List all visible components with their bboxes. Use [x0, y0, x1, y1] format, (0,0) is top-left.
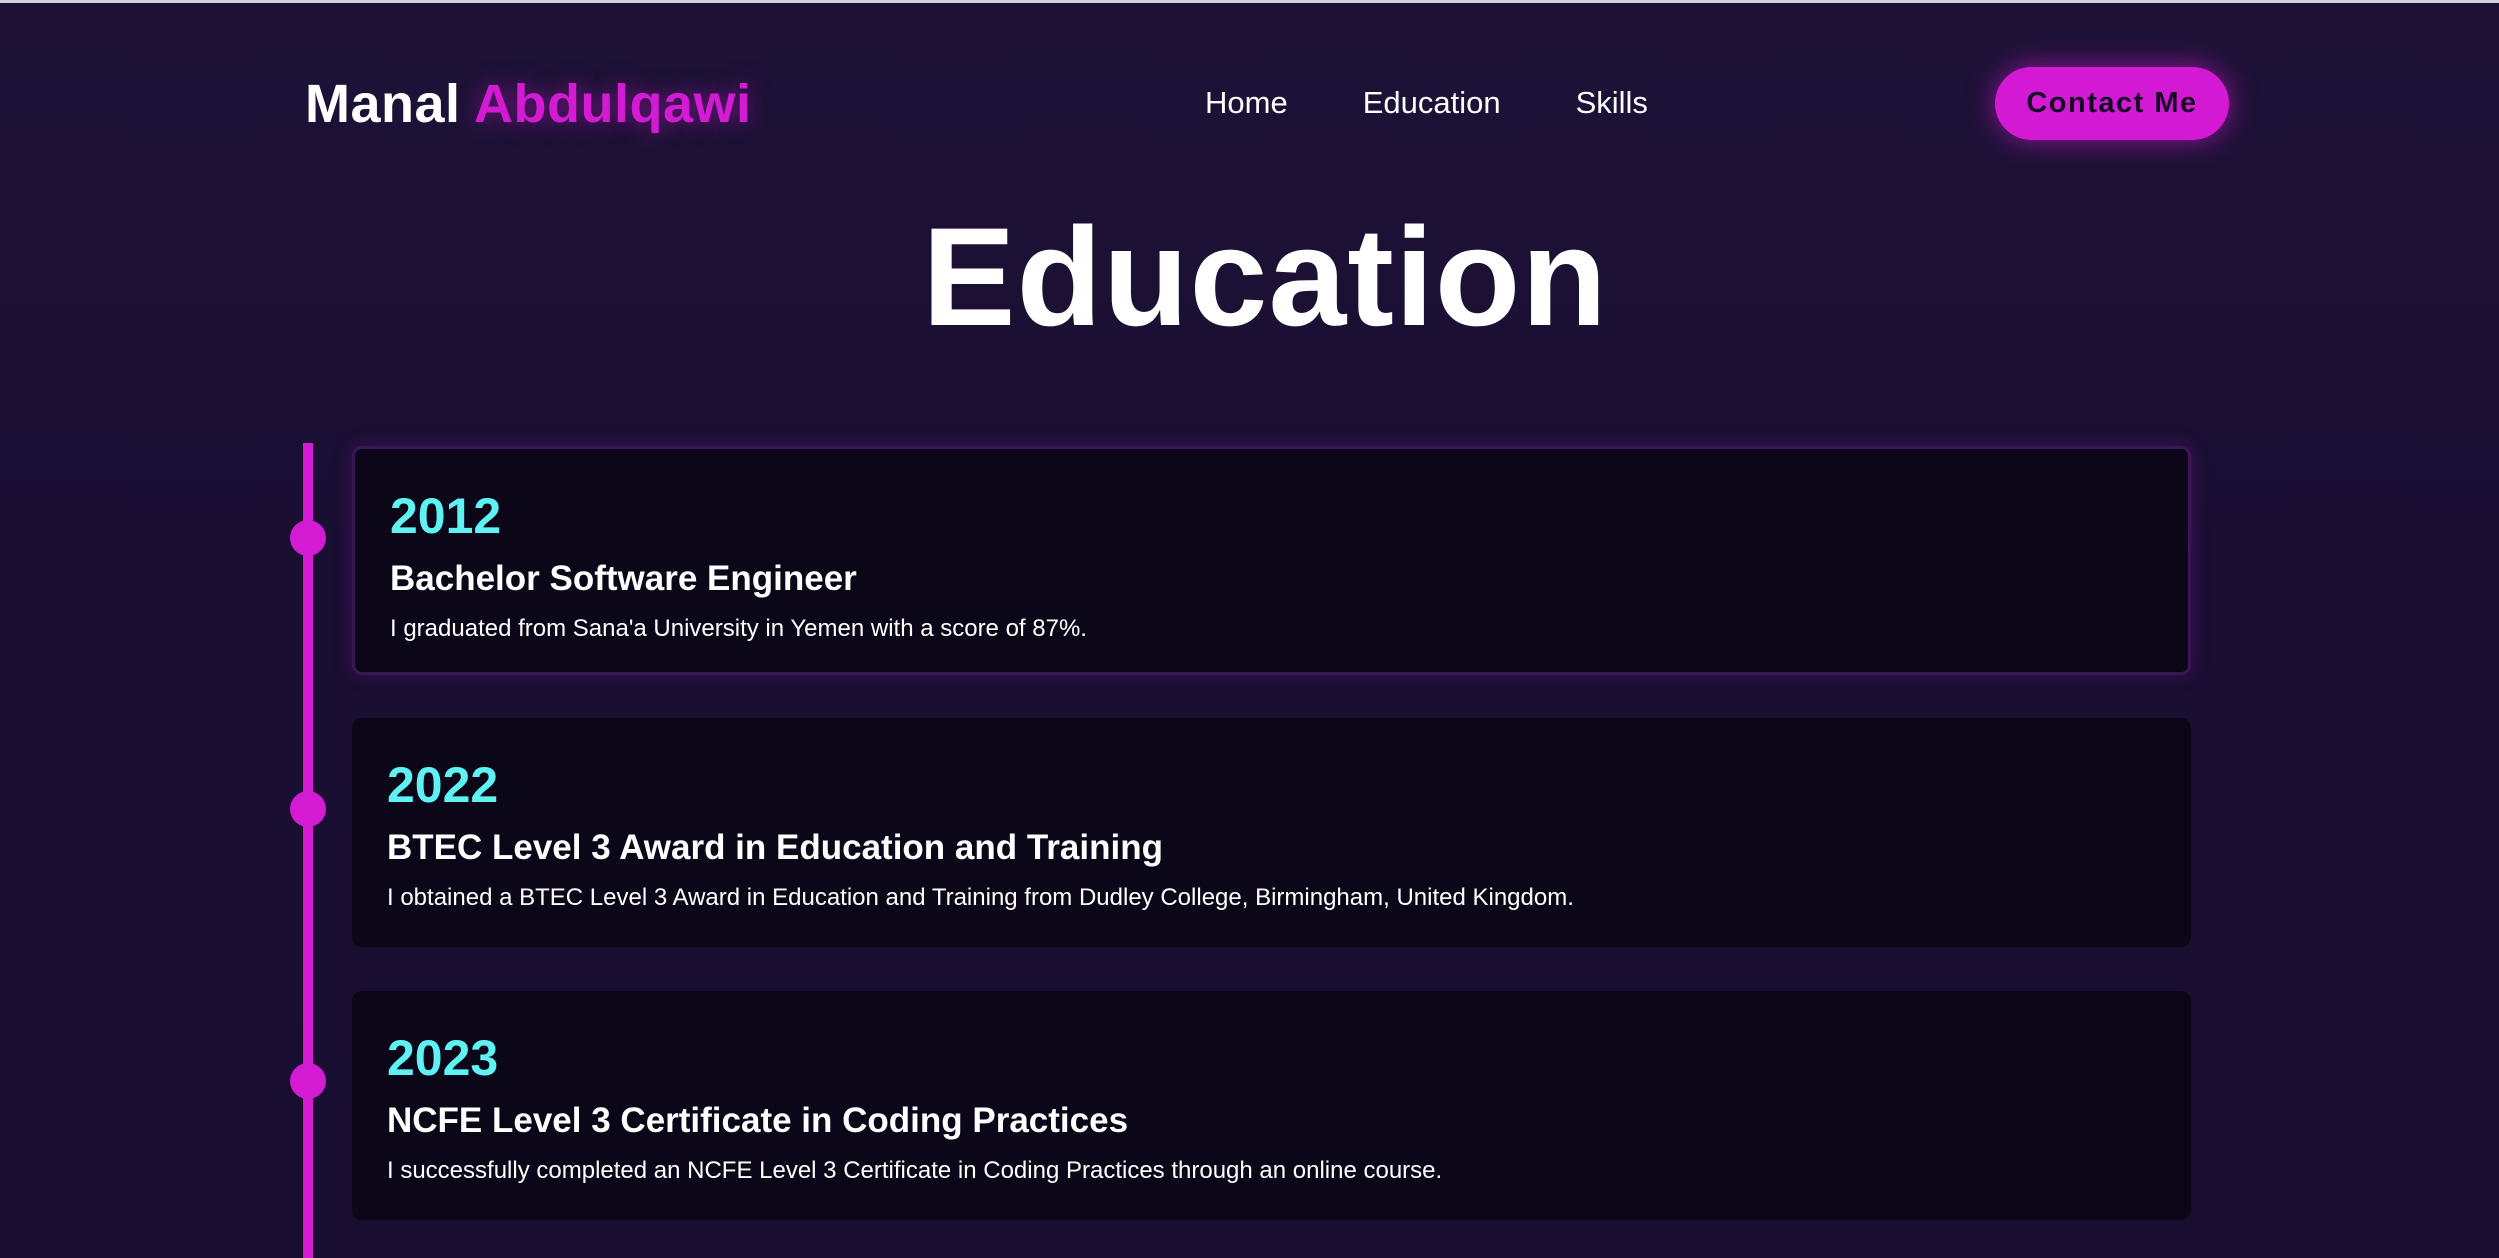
page: Manal Abdulqawi Home Education Skills Co…: [0, 0, 2499, 1258]
logo[interactable]: Manal Abdulqawi: [305, 73, 752, 135]
education-year: 2012: [390, 488, 502, 544]
site-header: Manal Abdulqawi Home Education Skills Co…: [0, 3, 2499, 203]
education-year: 2023: [387, 1030, 499, 1086]
education-degree: Bachelor Software Engineer: [390, 559, 857, 598]
nav-skills[interactable]: Skills: [1576, 85, 1648, 121]
logo-last-name: Abdulqawi: [474, 74, 752, 134]
education-description: I graduated from Sana'a University in Ye…: [390, 615, 1087, 642]
timeline-dot: [290, 520, 326, 556]
nav-education[interactable]: Education: [1363, 85, 1501, 121]
education-degree: BTEC Level 3 Award in Education and Trai…: [387, 828, 1163, 867]
education-year: 2022: [387, 757, 499, 813]
main-nav: Home Education Skills: [1205, 85, 1648, 121]
logo-first-name: Manal: [305, 74, 461, 134]
nav-home[interactable]: Home: [1205, 85, 1288, 121]
education-card: 2023 NCFE Level 3 Certificate in Coding …: [352, 991, 2191, 1220]
education-description: I successfully completed an NCFE Level 3…: [387, 1157, 1443, 1184]
education-degree: NCFE Level 3 Certificate in Coding Pract…: [387, 1101, 1129, 1140]
page-title: Education: [922, 198, 1608, 355]
timeline-dot: [290, 1063, 326, 1099]
timeline-line: [303, 443, 313, 1258]
contact-me-button[interactable]: Contact Me: [1995, 67, 2229, 140]
education-card: 2022 BTEC Level 3 Award in Education and…: [352, 718, 2191, 947]
education-card: 2012 Bachelor Software Engineer I gradua…: [352, 446, 2191, 675]
education-description: I obtained a BTEC Level 3 Award in Educa…: [387, 884, 1574, 911]
timeline-dot: [290, 791, 326, 827]
